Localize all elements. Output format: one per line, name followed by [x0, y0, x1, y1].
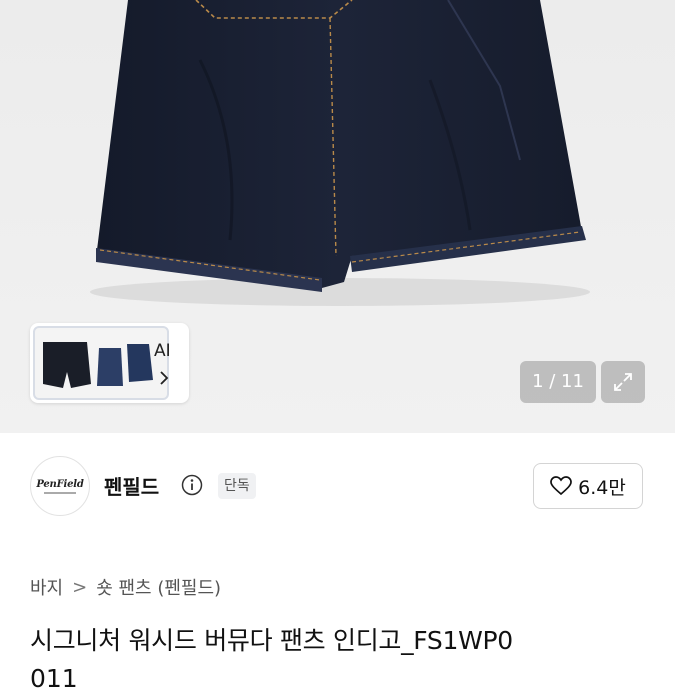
- product-title: 시그니처 워시드 버뮤다 팬츠 인디고_FS1WP0: [30, 626, 513, 655]
- info-icon[interactable]: [181, 474, 203, 500]
- expand-arrows-icon: [614, 373, 632, 391]
- brand-logo[interactable]: PenField: [30, 456, 90, 516]
- brand-name[interactable]: 펜필드: [104, 471, 159, 500]
- thumbnail-ai-label: AI: [154, 341, 171, 361]
- exclusive-badge: 단독: [218, 473, 256, 499]
- breadcrumb-item-category[interactable]: 바지: [30, 574, 63, 600]
- chevron-right-icon[interactable]: [158, 370, 170, 390]
- thumbnail-image: [33, 326, 169, 400]
- ai-similar-thumbnail-card[interactable]: [30, 323, 189, 403]
- brand-logo-underline: [44, 491, 76, 494]
- product-title-continued: 011: [30, 664, 78, 693]
- like-button[interactable]: 6.4만: [533, 463, 643, 509]
- like-count: 6.4만: [578, 476, 626, 499]
- breadcrumb-item-subcategory[interactable]: 숏 팬츠 (펜필드): [96, 574, 221, 600]
- image-counter: 1 / 11: [520, 361, 596, 403]
- breadcrumb-separator: >: [72, 576, 88, 598]
- heart-icon: [550, 476, 572, 496]
- product-image-gallery[interactable]: AI 1 / 11: [0, 0, 675, 433]
- expand-button[interactable]: [601, 361, 645, 403]
- brand-logo-text: PenField: [36, 478, 84, 490]
- breadcrumb: 바지 > 숏 팬츠 (펜필드): [30, 574, 221, 600]
